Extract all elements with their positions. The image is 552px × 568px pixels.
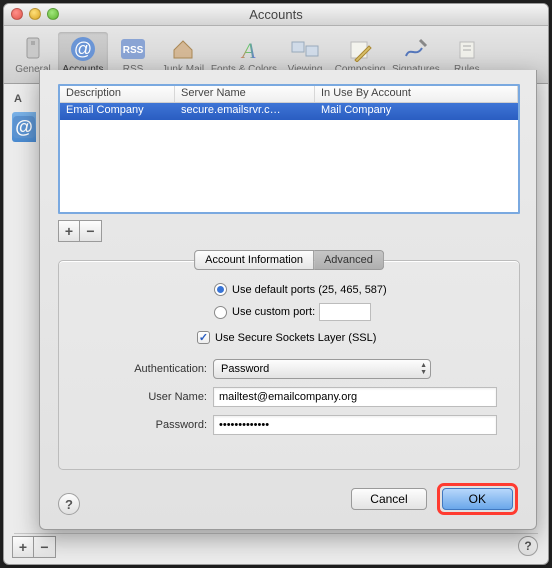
custom-port-label: Use custom port:: [232, 306, 315, 318]
custom-port-row[interactable]: Use custom port:: [214, 303, 549, 321]
fonts-icon: A: [229, 34, 259, 64]
minimize-window-button[interactable]: [29, 8, 41, 20]
traffic-lights: [11, 8, 59, 20]
col-inuseby[interactable]: In Use By Account: [315, 86, 518, 102]
svg-text:A: A: [240, 38, 256, 62]
cancel-button[interactable]: Cancel: [351, 488, 426, 510]
server-list[interactable]: Description Server Name In Use By Accoun…: [58, 84, 520, 214]
composing-icon: [345, 34, 375, 64]
accounts-add-remove: + −: [12, 536, 56, 558]
sidebar-selected-account[interactable]: @: [12, 112, 36, 142]
default-ports-row[interactable]: Use default ports (25, 465, 587): [214, 283, 549, 296]
remove-server-button[interactable]: −: [80, 220, 102, 242]
server-settings-panel: Account Information Advanced Use default…: [58, 260, 520, 470]
cell-description: Email Company: [60, 103, 175, 120]
ssl-label: Use Secure Sockets Layer (SSL): [215, 332, 376, 344]
server-list-row[interactable]: Email Company secure.emailsrvr.c… Mail C…: [60, 103, 518, 120]
viewing-icon: [290, 34, 320, 64]
authentication-popup[interactable]: Password ▲▼: [213, 359, 431, 379]
preferences-window: Accounts General @ Accounts RSS RSS Junk…: [3, 3, 549, 565]
signatures-icon: [401, 34, 431, 64]
help-button[interactable]: ?: [518, 536, 538, 556]
at-icon: @: [68, 34, 98, 64]
tab-account-information[interactable]: Account Information: [194, 250, 314, 270]
ok-button[interactable]: OK: [442, 488, 513, 510]
cell-inuseby: Mail Company: [315, 103, 518, 120]
ok-highlight: OK: [437, 483, 518, 515]
settings-tabs: Account Information Advanced: [194, 250, 384, 270]
sheet-help-button[interactable]: ?: [58, 493, 80, 515]
titlebar: Accounts: [4, 4, 548, 26]
add-account-button[interactable]: +: [12, 536, 34, 558]
password-label: Password:: [59, 419, 207, 431]
default-ports-label: Use default ports (25, 465, 587): [232, 284, 387, 296]
server-list-header: Description Server Name In Use By Accoun…: [60, 86, 518, 103]
default-ports-radio[interactable]: [214, 283, 227, 296]
rules-icon: [452, 34, 482, 64]
col-servername[interactable]: Server Name: [175, 86, 315, 102]
ok-button-label: OK: [469, 492, 486, 506]
at-icon: @: [13, 116, 35, 138]
ssl-checkbox[interactable]: ✓: [197, 331, 210, 344]
switch-icon: [18, 34, 48, 64]
remove-account-button[interactable]: −: [34, 536, 56, 558]
svg-text:@: @: [74, 39, 92, 59]
server-add-remove: + −: [58, 220, 102, 242]
col-description[interactable]: Description: [60, 86, 175, 102]
cell-servername: secure.emailsrvr.c…: [175, 103, 315, 120]
divider: [14, 533, 538, 534]
close-window-button[interactable]: [11, 8, 23, 20]
chevron-updown-icon: ▲▼: [420, 362, 427, 376]
cancel-button-label: Cancel: [370, 492, 407, 506]
password-input[interactable]: [213, 415, 497, 435]
authentication-value: Password: [221, 363, 269, 375]
accounts-sidebar: A @: [12, 92, 36, 142]
username-label: User Name:: [59, 391, 207, 403]
junk-icon: [168, 34, 198, 64]
rss-icon: RSS: [118, 34, 148, 64]
smtp-server-sheet: Description Server Name In Use By Accoun…: [39, 70, 537, 530]
tab-advanced[interactable]: Advanced: [314, 250, 384, 270]
ssl-row[interactable]: ✓ Use Secure Sockets Layer (SSL): [197, 331, 549, 344]
window-title: Accounts: [249, 7, 302, 22]
sheet-button-row: Cancel OK: [351, 483, 518, 515]
add-server-button[interactable]: +: [58, 220, 80, 242]
custom-port-input[interactable]: [319, 303, 371, 321]
sidebar-header: A: [12, 92, 36, 106]
svg-text:RSS: RSS: [123, 45, 144, 56]
authentication-label: Authentication:: [59, 363, 207, 375]
username-input[interactable]: [213, 387, 497, 407]
zoom-window-button[interactable]: [47, 8, 59, 20]
custom-port-radio[interactable]: [214, 306, 227, 319]
